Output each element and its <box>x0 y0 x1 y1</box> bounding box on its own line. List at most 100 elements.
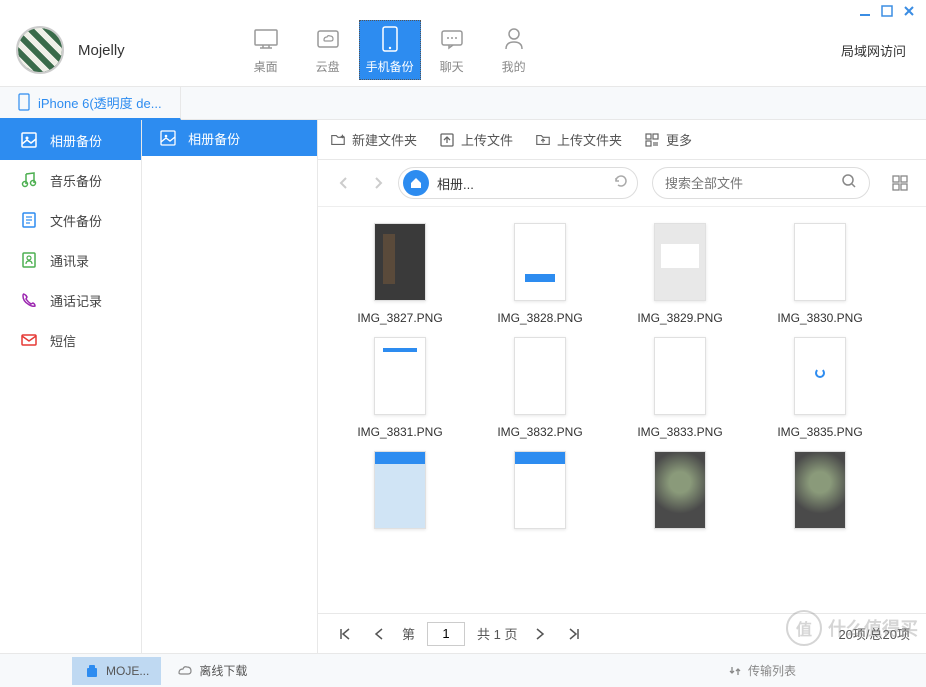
file-item[interactable]: IMG_3837.PNG <box>490 451 590 553</box>
nav-desktop[interactable]: 桌面 <box>235 20 297 80</box>
file-item[interactable]: IMG_3828.PNG <box>490 223 590 325</box>
file-item[interactable]: IMG_3831.PNG <box>350 337 450 439</box>
more-icon <box>644 132 660 148</box>
sub-item-photos[interactable]: 相册备份 <box>142 120 317 156</box>
file-item[interactable]: IMG_3840.JPG <box>770 451 870 553</box>
tb-label: 更多 <box>666 130 692 149</box>
file-item[interactable]: IMG_3833.PNG <box>630 337 730 439</box>
sub-label: 相册备份 <box>188 129 240 148</box>
user-avatar[interactable] <box>16 26 64 74</box>
chat-icon <box>439 26 465 52</box>
close-button[interactable] <box>902 4 916 18</box>
back-button[interactable] <box>330 169 358 197</box>
lan-access-link[interactable]: 局域网访问 <box>841 41 910 60</box>
file-icon <box>20 211 38 229</box>
more-button[interactable]: 更多 <box>644 130 692 149</box>
nav-chat[interactable]: 聊天 <box>421 20 483 80</box>
thumbnail <box>374 451 426 529</box>
thumbnail <box>514 223 566 301</box>
upload-folder-button[interactable]: 上传文件夹 <box>535 130 622 149</box>
transfer-icon <box>728 664 742 678</box>
refresh-button[interactable] <box>613 173 633 194</box>
tb-label: 上传文件 <box>461 130 513 149</box>
file-item[interactable]: IMG_3838.JPG <box>630 451 730 553</box>
bottom-tab-offline[interactable]: 离线下载 <box>165 657 259 685</box>
minimize-button[interactable] <box>858 4 872 18</box>
bottom-tab-device[interactable]: MOJE... <box>72 657 161 685</box>
sub-sidebar: 相册备份 <box>142 120 318 653</box>
file-name: IMG_3830.PNG <box>777 311 862 325</box>
thumbnail <box>374 337 426 415</box>
new-folder-button[interactable]: 新建文件夹 <box>330 130 417 149</box>
sidebar-label: 音乐备份 <box>50 171 102 190</box>
file-item[interactable]: IMG_3829.PNG <box>630 223 730 325</box>
pagination: 第 共 1 页 20项/总20项 <box>318 613 926 653</box>
file-item[interactable]: IMG_3827.PNG <box>350 223 450 325</box>
sidebar-item-contacts[interactable]: 通讯录 <box>0 240 141 280</box>
home-button[interactable] <box>403 170 429 196</box>
file-name: IMG_3831.PNG <box>357 425 442 439</box>
header: Mojelly 桌面 云盘 手机备份 聊天 我的 局域网访问 <box>0 14 926 86</box>
prev-page-button[interactable] <box>368 623 390 645</box>
upload-folder-icon <box>535 132 551 148</box>
upload-file-icon <box>439 132 455 148</box>
device-tab[interactable]: iPhone 6(透明度 de... <box>0 86 181 120</box>
sidebar-label: 通讯录 <box>50 251 89 270</box>
content-area: 新建文件夹 上传文件 上传文件夹 更多 相册... <box>318 120 926 653</box>
sidebar-item-sms[interactable]: 短信 <box>0 320 141 360</box>
thumbnail <box>374 223 426 301</box>
nav-label: 我的 <box>502 58 526 75</box>
path-box: 相册... <box>398 167 638 199</box>
cloud-icon <box>315 26 341 52</box>
offline-icon <box>177 663 193 679</box>
phone-small-icon <box>18 93 30 111</box>
upload-file-button[interactable]: 上传文件 <box>439 130 513 149</box>
thumbnail <box>654 451 706 529</box>
nav-phone-backup[interactable]: 手机备份 <box>359 20 421 80</box>
file-item[interactable]: IMG_3835.PNG <box>770 337 870 439</box>
thumbnail <box>654 337 706 415</box>
file-item[interactable]: IMG_3832.PNG <box>490 337 590 439</box>
sidebar-item-music[interactable]: 音乐备份 <box>0 160 141 200</box>
device-name: iPhone 6(透明度 de... <box>38 93 162 112</box>
thumbnail <box>514 451 566 529</box>
file-item[interactable]: IMG_3836.PNG <box>350 451 450 553</box>
search-icon[interactable] <box>841 173 857 194</box>
nav-label: 手机备份 <box>366 58 414 75</box>
username: Mojelly <box>78 42 125 59</box>
file-name: IMG_3827.PNG <box>357 311 442 325</box>
first-page-button[interactable] <box>334 623 356 645</box>
phone-call-icon <box>20 291 38 309</box>
sidebar-label: 短信 <box>50 331 76 350</box>
sidebar-item-photos[interactable]: 相册备份 <box>0 120 141 160</box>
page-input[interactable] <box>427 622 465 646</box>
nav-me[interactable]: 我的 <box>483 20 545 80</box>
contacts-icon <box>20 251 38 269</box>
last-page-button[interactable] <box>563 623 585 645</box>
next-page-button[interactable] <box>529 623 551 645</box>
sidebar: 相册备份 音乐备份 文件备份 通讯录 通话记录 短信 <box>0 120 142 653</box>
page-prefix: 第 <box>402 624 415 643</box>
sidebar-item-files[interactable]: 文件备份 <box>0 200 141 240</box>
phone-icon <box>377 26 403 52</box>
forward-button[interactable] <box>364 169 392 197</box>
main-nav: 桌面 云盘 手机备份 聊天 我的 <box>235 20 545 80</box>
file-item[interactable]: IMG_3830.PNG <box>770 223 870 325</box>
search-input[interactable] <box>665 176 841 191</box>
photo-small-icon <box>160 130 176 146</box>
file-name: IMG_3832.PNG <box>497 425 582 439</box>
total-pages: 共 1 页 <box>477 624 517 643</box>
transfer-status[interactable]: 传输列表 <box>728 662 926 679</box>
view-toggle-button[interactable] <box>886 169 914 197</box>
nav-label: 云盘 <box>316 58 340 75</box>
thumbnail <box>794 223 846 301</box>
maximize-button[interactable] <box>880 4 894 18</box>
btab-label: MOJE... <box>106 664 149 678</box>
sidebar-item-calls[interactable]: 通话记录 <box>0 280 141 320</box>
thumbnail <box>794 337 846 415</box>
thumbnail <box>514 337 566 415</box>
breadcrumb-path[interactable]: 相册... <box>437 174 605 193</box>
nav-cloud[interactable]: 云盘 <box>297 20 359 80</box>
device-small-icon <box>84 663 100 679</box>
file-grid: IMG_3827.PNG IMG_3828.PNG IMG_3829.PNG I… <box>318 206 926 613</box>
